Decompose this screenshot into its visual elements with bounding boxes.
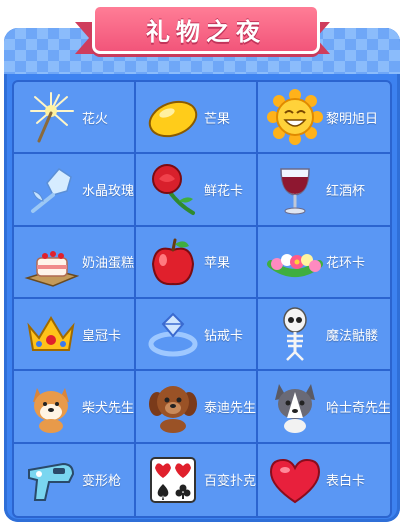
- gift-item-flower-wreath[interactable]: 花环卡: [258, 227, 390, 299]
- page-title: 礼物之夜: [146, 17, 266, 46]
- gift-item-crown[interactable]: 皇冠卡: [14, 299, 137, 372]
- gift-label: 变形枪: [82, 474, 122, 490]
- gift-label: 表白卡: [326, 474, 366, 490]
- gift-label: 奶油蛋糕: [82, 256, 135, 272]
- gift-item-husky[interactable]: 哈士奇先生: [258, 371, 392, 444]
- gift-label: 百变扑克: [204, 474, 257, 490]
- gift-item-cream-cake[interactable]: 奶油蛋糕: [14, 226, 137, 299]
- gift-item-rose-card[interactable]: 鲜花卡: [136, 154, 259, 227]
- gift-label: 柴犬先生: [82, 400, 135, 416]
- teddy-dog-icon: [144, 377, 202, 435]
- skeleton-icon: [266, 305, 324, 363]
- gift-label: 哈士奇先生: [326, 400, 392, 416]
- gift-item-sun[interactable]: 黎明旭日: [258, 82, 390, 155]
- gift-item-crystal-rose[interactable]: 水晶玫瑰: [14, 154, 137, 227]
- cake-icon: [22, 233, 80, 291]
- wine-glass-icon: [266, 160, 324, 218]
- gift-label: 魔法骷髅: [326, 328, 379, 344]
- gift-item-shiba[interactable]: 柴犬先生: [14, 371, 137, 444]
- crystal-rose-icon: [22, 160, 80, 218]
- gift-label: 花环卡: [326, 256, 366, 272]
- crown-icon: [22, 305, 80, 363]
- gift-label: 皇冠卡: [82, 328, 122, 344]
- gift-item-sparkler[interactable]: 花火: [14, 82, 137, 155]
- gift-item-teddy[interactable]: 泰迪先生: [136, 371, 259, 444]
- diamond-ring-icon: [144, 305, 202, 363]
- gift-item-mango[interactable]: 芒果: [136, 82, 259, 155]
- gift-label: 苹果: [204, 256, 231, 272]
- gift-label: 红酒杯: [326, 183, 366, 199]
- gift-label: 芒果: [204, 111, 231, 127]
- rose-icon: [144, 160, 202, 218]
- gift-label: 泰迪先生: [204, 400, 257, 416]
- gift-item-apple[interactable]: 苹果: [136, 226, 259, 299]
- gift-item-wine-glass[interactable]: 红酒杯: [258, 154, 390, 227]
- heart-icon: [266, 451, 324, 509]
- gift-item-playing-cards[interactable]: 百变扑克: [136, 443, 259, 516]
- flower-wreath-icon: [266, 233, 324, 291]
- gift-label: 黎明旭日: [326, 111, 379, 127]
- gift-label: 水晶玫瑰: [82, 183, 135, 199]
- title-ribbon: 礼物之夜: [92, 4, 320, 54]
- playing-cards-icon: [144, 451, 202, 509]
- mango-icon: [144, 88, 202, 146]
- gift-item-diamond-ring[interactable]: 钻戒卡: [136, 299, 259, 372]
- gift-label: 花火: [82, 111, 109, 127]
- gift-item-ray-gun[interactable]: 变形枪: [14, 443, 137, 516]
- gift-label: 钻戒卡: [204, 328, 244, 344]
- gift-item-magic-skeleton[interactable]: 魔法骷髅: [258, 299, 390, 372]
- sparkler-icon: [22, 88, 80, 146]
- shiba-dog-icon: [22, 377, 80, 435]
- sun-icon: [266, 88, 324, 146]
- gift-grid: 花火 芒果 黎明旭日 水晶玫瑰 鲜花卡 红酒杯 奶油蛋糕 苹果 花环卡 皇冠卡 …: [12, 80, 392, 518]
- gift-item-love-card[interactable]: 表白卡: [258, 444, 390, 516]
- ray-gun-icon: [22, 451, 80, 509]
- husky-dog-icon: [266, 377, 324, 435]
- apple-icon: [144, 233, 202, 291]
- gift-label: 鲜花卡: [204, 183, 244, 199]
